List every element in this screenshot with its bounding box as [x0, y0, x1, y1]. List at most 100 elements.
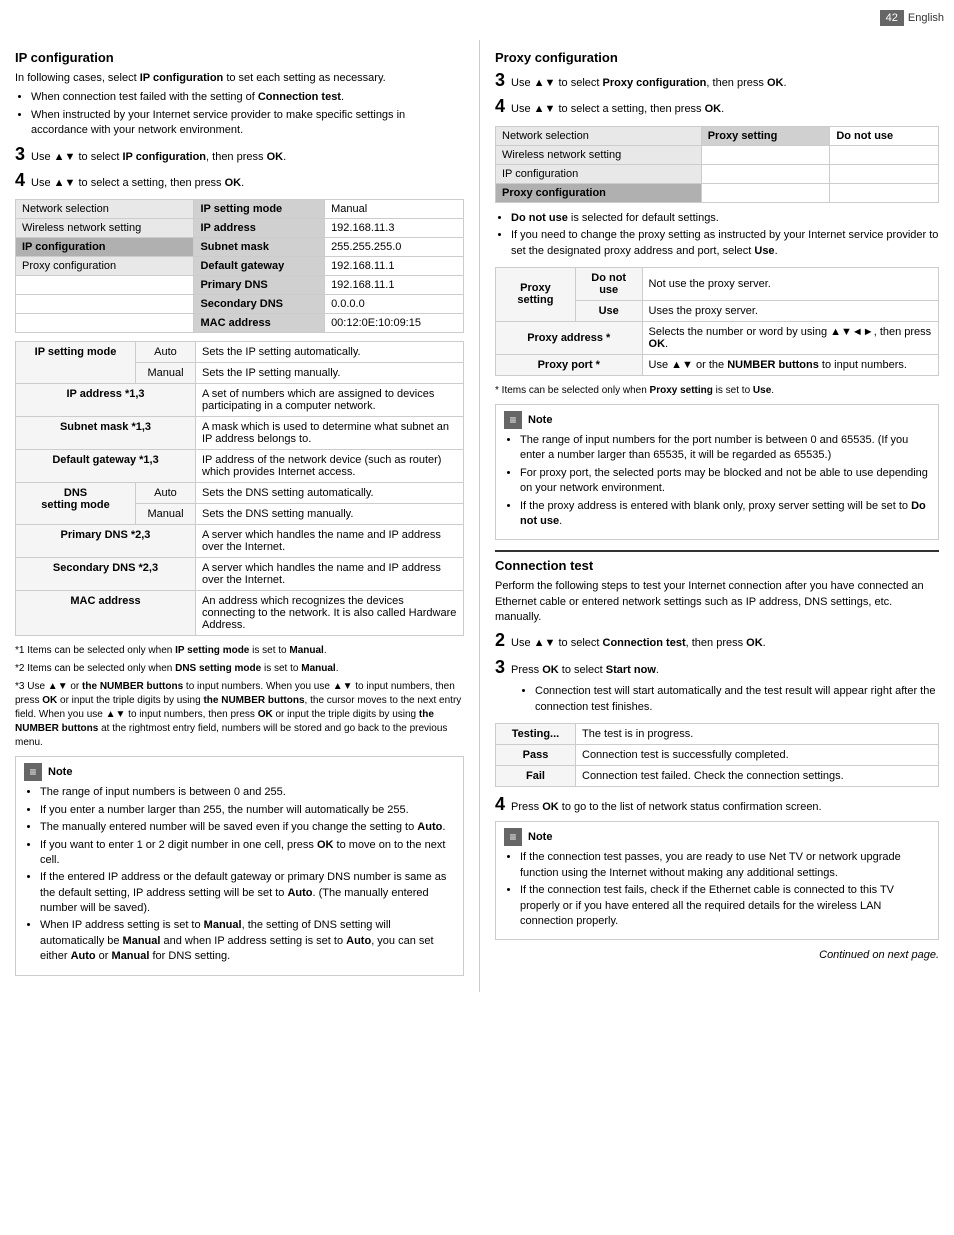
proxy-menu-table: Network selection Proxy setting Do not u… [495, 126, 939, 203]
conn-note-bullet-2: If the connection test fails, check if t… [520, 883, 930, 929]
conn-note-icon: ≡ [504, 828, 522, 846]
left-note-bullet-4: If you want to enter 1 or 2 digit number… [40, 838, 455, 869]
menu-primary-dns-label: Primary DNS [194, 276, 325, 295]
proxy-note-icon: ≡ [504, 411, 522, 429]
proxy-menu-network-sel: Network selection [496, 126, 702, 145]
proxy-address-label: Proxy address * [496, 321, 643, 354]
proxy-step3-text: Use ▲▼ to select Proxy configuration, th… [511, 76, 787, 91]
proxy-port-label: Proxy port * [496, 354, 643, 375]
conn-step2-num: 2 [495, 631, 505, 649]
desc-secondary-dns-text: A server which handles the name and IP a… [196, 558, 464, 591]
menu-gateway-label: Default gateway [194, 257, 325, 276]
desc-auto-label: Auto [136, 342, 196, 363]
proxy-menu-wireless: Wireless network setting [496, 145, 702, 164]
menu-ip-address-label: IP address [194, 219, 325, 238]
right-column: Proxy configuration 3 Use ▲▼ to select P… [480, 40, 954, 992]
ip-config-bullets: When connection test failed with the set… [15, 90, 464, 138]
proxy-bullet-2: If you need to change the proxy setting … [511, 228, 939, 259]
conn-step3-bullets: Connection test will start automatically… [519, 684, 939, 715]
proxy-port-desc: Use ▲▼ or the NUMBER buttons to input nu… [642, 354, 938, 375]
proxy-step3-line: 3 Use ▲▼ to select Proxy configuration, … [495, 71, 939, 91]
left-note-bullet-1: The range of input numbers is between 0 … [40, 785, 455, 800]
desc-secondary-dns-label: Secondary DNS *2,3 [16, 558, 196, 591]
desc-mac-label: MAC address [16, 591, 196, 636]
ip-config-intro: In following cases, select IP configurat… [15, 71, 464, 86]
desc-auto-text: Sets the IP setting automatically. [196, 342, 464, 363]
conn-step2-line: 2 Use ▲▼ to select Connection test, then… [495, 631, 939, 651]
proxy-note-box: ≡ Note The range of input numbers for th… [495, 404, 939, 540]
desc-manual-text: Sets the IP setting manually. [196, 363, 464, 384]
menu-network-selection: Network selection [16, 200, 194, 219]
step3-num: 3 [15, 145, 25, 163]
proxy-footnote: * Items can be selected only when Proxy … [495, 384, 939, 398]
conn-fail-desc: Connection test failed. Check the connec… [576, 766, 939, 787]
menu-wireless-network: Wireless network setting [16, 219, 194, 238]
left-column: IP configuration In following cases, sel… [0, 40, 480, 992]
left-note-box: ≡ Note The range of input numbers is bet… [15, 756, 464, 975]
conn-step3-text: Press OK to select Start now. [511, 663, 659, 678]
desc-mac-text: An address which recognizes the devices … [196, 591, 464, 636]
left-note-bullet-5: If the entered IP address or the default… [40, 870, 455, 916]
proxy-menu-empty4 [830, 164, 939, 183]
proxy-menu-empty1 [701, 145, 830, 164]
menu-gateway-value: 192.168.11.1 [325, 257, 464, 276]
conn-step3-line: 3 Press OK to select Start now. [495, 658, 939, 678]
desc-ip-setting-mode: IP setting mode [16, 342, 136, 384]
desc-primary-dns-text: A server which handles the name and IP a… [196, 525, 464, 558]
conn-note-bullet-1: If the connection test passes, you are r… [520, 850, 930, 881]
proxy-bullet-1: Do not use is selected for default setti… [511, 211, 939, 226]
menu-ip-address-value: 192.168.11.3 [325, 219, 464, 238]
proxy-note-bullet-2: For proxy port, the selected ports may b… [520, 466, 930, 497]
conn-step4-line: 4 Press OK to go to the list of network … [495, 795, 939, 815]
menu-empty2 [16, 295, 194, 314]
desc-dns-manual-label: Manual [136, 504, 196, 525]
proxy-use-desc: Uses the proxy server. [642, 300, 938, 321]
proxy-menu-proxy-setting: Proxy setting [701, 126, 830, 145]
proxy-menu-ip-config: IP configuration [496, 164, 702, 183]
conn-step3-num: 3 [495, 658, 505, 676]
bullet-item-2: When instructed by your Internet service… [31, 108, 464, 139]
conn-note-box: ≡ Note If the connection test passes, yo… [495, 821, 939, 940]
conn-note-bullets: If the connection test passes, you are r… [504, 850, 930, 929]
conn-pass-label: Pass [496, 745, 576, 766]
desc-subnet-text: A mask which is used to determine what s… [196, 417, 464, 450]
proxy-step4-line: 4 Use ▲▼ to select a setting, then press… [495, 97, 939, 117]
left-note-title: Note [48, 766, 72, 778]
proxy-config-bullets: Do not use is selected for default setti… [495, 211, 939, 259]
proxy-menu-proxy-config: Proxy configuration [496, 183, 702, 202]
conn-note-title: Note [528, 831, 552, 843]
desc-gateway-label: Default gateway *1,3 [16, 450, 196, 483]
desc-dns-auto-text: Sets the DNS setting automatically. [196, 483, 464, 504]
desc-primary-dns-label: Primary DNS *2,3 [16, 525, 196, 558]
footnote2: *2 Items can be selected only when DNS s… [15, 662, 464, 676]
step4-line: 4 Use ▲▼ to select a setting, then press… [15, 171, 464, 191]
conn-fail-label: Fail [496, 766, 576, 787]
menu-ip-mode-value: Manual [325, 200, 464, 219]
left-note-bullet-6: When IP address setting is set to Manual… [40, 918, 455, 964]
menu-secondary-dns-label: Secondary DNS [194, 295, 325, 314]
left-note-header: ≡ Note [24, 763, 455, 781]
conn-step4-num: 4 [495, 795, 505, 813]
menu-empty1 [16, 276, 194, 295]
proxy-config-title: Proxy configuration [495, 50, 939, 65]
desc-gateway-text: IP address of the network device (such a… [196, 450, 464, 483]
proxy-menu-empty2 [830, 145, 939, 164]
left-note-icon: ≡ [24, 763, 42, 781]
conn-pass-desc: Connection test is successfully complete… [576, 745, 939, 766]
conn-test-title: Connection test [495, 558, 939, 573]
desc-dns-manual-text: Sets the DNS setting manually. [196, 504, 464, 525]
conn-testing-label: Testing... [496, 724, 576, 745]
conn-test-table: Testing... The test is in progress. Pass… [495, 723, 939, 787]
step3-line: 3 Use ▲▼ to select IP configuration, the… [15, 145, 464, 165]
proxy-menu-empty6 [830, 183, 939, 202]
menu-subnet-label: Subnet mask [194, 238, 325, 257]
step4-text: Use ▲▼ to select a setting, then press O… [31, 176, 244, 191]
proxy-menu-empty5 [701, 183, 830, 202]
menu-mac-value: 00:12:0E:10:09:15 [325, 314, 464, 333]
desc-dns-auto-label: Auto [136, 483, 196, 504]
ip-config-menu-table: Network selection IP setting mode Manual… [15, 199, 464, 333]
menu-ip-setting-mode-label: IP setting mode [194, 200, 325, 219]
proxy-step3-num: 3 [495, 71, 505, 89]
footnote3: *3 Use ▲▼ or the NUMBER buttons to input… [15, 680, 464, 750]
menu-ip-configuration: IP configuration [16, 238, 194, 257]
